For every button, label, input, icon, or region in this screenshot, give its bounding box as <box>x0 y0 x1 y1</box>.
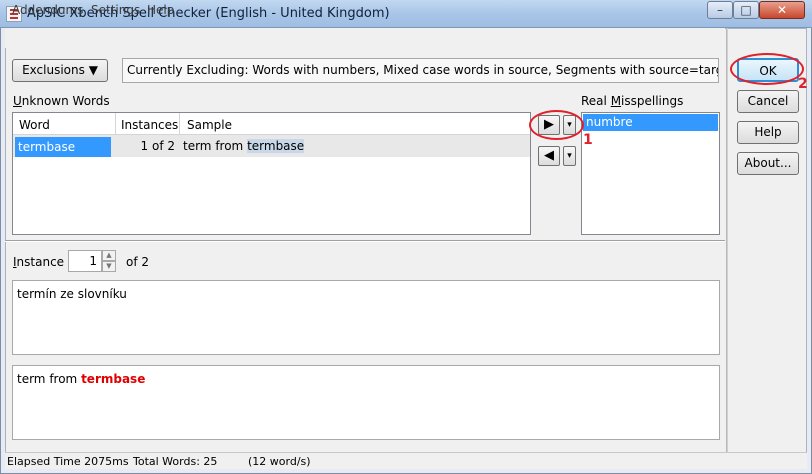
section-separator <box>5 240 725 242</box>
instance-spinner-input[interactable]: 1 <box>68 250 102 272</box>
column-divider <box>179 113 180 135</box>
sample-highlight: termbase <box>247 139 305 153</box>
menu-help[interactable]: Help <box>147 3 174 17</box>
right-panel-divider <box>726 28 728 452</box>
menu-settings[interactable]: Settings <box>91 3 140 17</box>
instance-label: Instance <box>13 255 65 269</box>
annotation-number-2: 2 <box>798 76 808 92</box>
list-item[interactable]: numbre <box>583 114 718 131</box>
target-text-prefix: term from <box>17 372 82 386</box>
status-elapsed: Elapsed Time 2075ms <box>7 455 129 468</box>
column-header-instances[interactable]: Instances <box>121 118 178 132</box>
annotation-ellipse-1 <box>529 110 584 140</box>
cell-word[interactable]: termbase <box>15 137 111 157</box>
exclusion-summary: Currently Excluding: Words with numbers,… <box>122 58 719 83</box>
exclusions-button[interactable]: Exclusions ▼ <box>12 59 108 82</box>
help-button[interactable]: Help <box>737 121 799 144</box>
annotation-number-1: 1 <box>583 132 593 148</box>
spin-down-icon[interactable]: ▼ <box>102 261 116 272</box>
real-misspellings-label: Real Misspellings <box>581 94 684 108</box>
cell-sample: term from termbase <box>183 139 305 153</box>
target-term-highlight: termbase <box>81 372 146 386</box>
cancel-button[interactable]: Cancel <box>737 90 799 113</box>
target-text-box[interactable]: term from termbase <box>12 365 720 440</box>
move-left-button[interactable]: ◀ <box>538 146 560 166</box>
minimize-button[interactable]: – <box>707 1 733 19</box>
menu-bar <box>5 28 725 48</box>
instance-of-total: of 2 <box>126 255 150 269</box>
close-button[interactable]: ✕ <box>759 1 805 19</box>
status-rate: (12 word/s) <box>248 455 311 468</box>
about-button[interactable]: About... <box>737 152 799 175</box>
column-header-sample[interactable]: Sample <box>187 118 232 132</box>
column-divider <box>115 113 116 135</box>
unknown-words-header: Word Instances Sample <box>13 113 530 135</box>
annotation-ellipse-2 <box>730 53 804 85</box>
column-header-word[interactable]: Word <box>19 118 50 132</box>
spin-up-icon[interactable]: ▲ <box>102 250 116 261</box>
source-text-box[interactable]: termín ze slovníku <box>12 280 720 355</box>
cell-instances: 1 of 2 <box>140 139 175 153</box>
unknown-words-label: Unknown Words <box>13 94 110 108</box>
maximize-button[interactable]: □ <box>733 1 759 19</box>
move-left-dropdown[interactable]: ▾ <box>563 146 576 166</box>
status-total-words: Total Words: 25 <box>133 455 218 468</box>
menu-addendums[interactable]: Addendums <box>12 3 83 17</box>
